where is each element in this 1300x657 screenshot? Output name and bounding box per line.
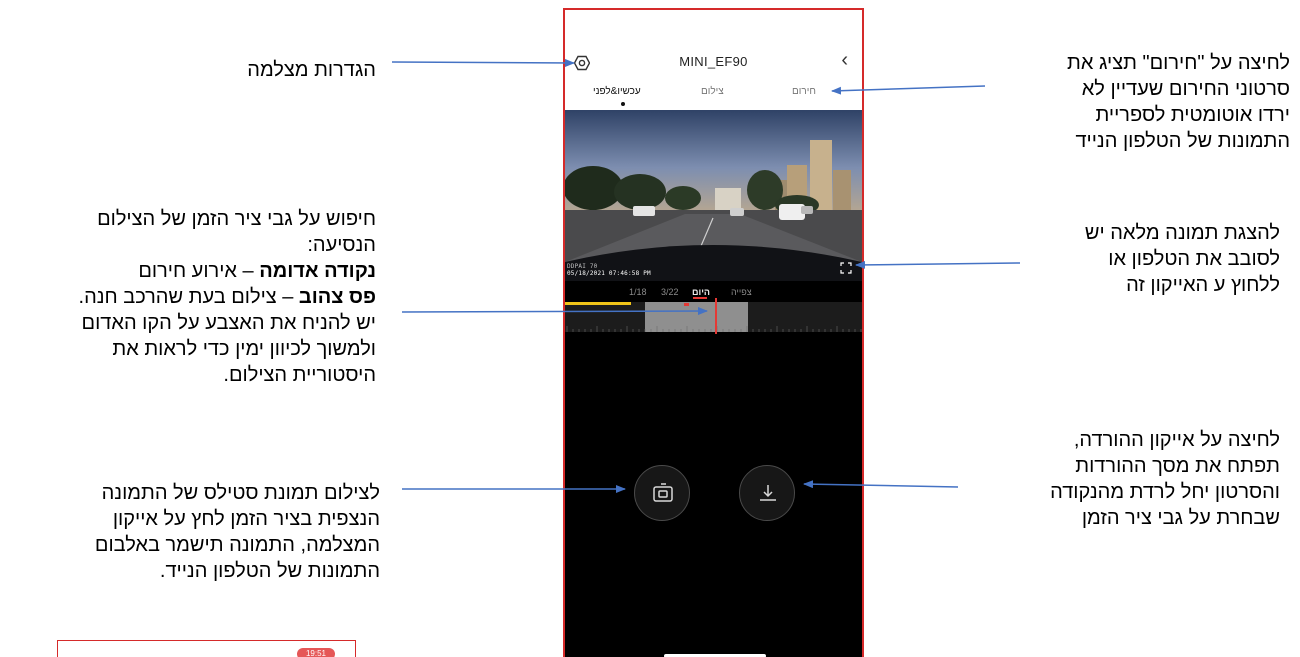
parked-recording-bar	[565, 302, 631, 305]
arrow-camera-settings	[391, 58, 575, 67]
camera-settings-annotation: הגדרות מצלמה	[247, 59, 376, 81]
arrow-fullscreen	[855, 260, 1021, 269]
timeline-label-today[interactable]: היום	[692, 287, 710, 297]
download-line: לחיצה על אייקון ההורדה,	[1073, 429, 1280, 451]
video-player[interactable]: DDPAI 70 05/18/2021 07:46:58 PM	[565, 110, 862, 281]
tab-bar: עכשיו&לפני צילום חירום	[565, 86, 862, 106]
snapshot-annotation: לצילום תמונת סטילס של התמונה הנצפית בציר…	[40, 480, 380, 584]
download-line: תפתח את מסך ההורדות	[1075, 455, 1280, 477]
timeline-label-date[interactable]: 3/22	[661, 287, 679, 297]
emergency-event-marker[interactable]	[684, 303, 689, 306]
yellow-bar-label: פס צהוב	[298, 286, 376, 308]
timeline-ticks	[566, 326, 862, 332]
timeline-label-date[interactable]: 1/18	[629, 287, 647, 297]
chevron-left-icon[interactable]: ‹	[841, 50, 848, 70]
emergency-line: סרטוני החירום שעדיין לא	[1081, 78, 1290, 100]
snapshot-line: לצילום תמונת סטילס של התמונה	[101, 482, 380, 504]
emergency-line: לחיצה על "חירום" תציג את	[1067, 52, 1290, 74]
snapshot-line: התמונות של הטלפון הנייד.	[159, 560, 380, 582]
red-dot-label: נקודה אדומה	[259, 260, 376, 282]
emergency-line: ירדו אוטומטית לספריית	[1095, 104, 1291, 126]
phone-screenshot: MINI_EF90 ‹ עכשיו&לפני צילום חירום DDPAI…	[563, 8, 864, 657]
next-screenshot-preview: 19:51	[57, 640, 356, 657]
fullscreen-annotation: להצגת תמונה מלאה יש לסובב את הטלפון או ל…	[1010, 220, 1280, 298]
recording-timestamp: DDPAI 70 05/18/2021 07:46:58 PM	[567, 263, 651, 277]
timeline-label-view[interactable]: צפייה	[731, 287, 752, 297]
emergency-line: התמונות של הטלפון הנייד	[1075, 130, 1290, 152]
timeline-cursor[interactable]	[715, 298, 717, 334]
timeline-intro-line: חיפוש על גבי ציר הזמן של הצילום	[97, 208, 376, 230]
snapshot-line: הנצפית בציר הזמן לחץ על אייקון	[112, 508, 380, 530]
download-annotation: לחיצה על אייקון ההורדה, תפתח את מסך ההור…	[980, 427, 1280, 531]
tab-emergency[interactable]: חירום	[792, 86, 816, 97]
camera-title: MINI_EF90	[679, 54, 748, 69]
timeline-annotation: חיפוש על גבי ציר הזמן של הצילום הנסיעה: …	[10, 206, 376, 388]
download-icon	[760, 485, 776, 501]
fullscreen-line: ללחוץ ע האייקון זה	[1126, 274, 1280, 296]
download-line: שבחרת על גבי ציר הזמן	[1081, 507, 1280, 529]
download-line: והסרטון יחל לרדת מהנקודה	[1050, 481, 1280, 503]
time-badge: 19:51	[297, 648, 335, 657]
app-body: 1/18 3/22 היום צפייה	[565, 281, 862, 657]
download-button[interactable]	[739, 465, 795, 521]
active-day-underline	[693, 297, 707, 299]
watermark-text: DDPAI 70	[567, 263, 598, 270]
timeline-outro-line: יש להניח את האצבע על הקו האדום	[81, 312, 376, 334]
red-dot-text: – אירוע חירום	[138, 260, 260, 282]
snapshot-button[interactable]	[634, 465, 690, 521]
fullscreen-line: להצגת תמונה מלאה יש	[1084, 222, 1280, 244]
timeline-track[interactable]	[565, 302, 862, 332]
active-tab-indicator	[621, 102, 625, 106]
timeline-outro-line: היסטוריית הצילום.	[223, 364, 376, 386]
tab-recording[interactable]: צילום	[701, 86, 724, 97]
yellow-bar-legend: פס צהוב – צילום בעת שהרכב חנה.	[10, 284, 376, 310]
yellow-bar-text: – צילום בעת שהרכב חנה.	[78, 286, 299, 308]
fullscreen-line: לסובב את הטלפון או	[1108, 248, 1280, 270]
camera-icon	[653, 483, 673, 502]
timeline-outro-line: ולמשוך לכיוון ימין כדי לראות את	[112, 338, 376, 360]
fullscreen-icon[interactable]	[840, 262, 852, 274]
timeline-intro-line: הנסיעה:	[307, 234, 376, 256]
red-dot-legend: נקודה אדומה – אירוע חירום	[10, 258, 376, 284]
snapshot-line: המצלמה, התמונה תישמר באלבום	[94, 534, 380, 556]
emergency-annotation: לחיצה על "חירום" תציג את סרטוני החירום ש…	[990, 50, 1290, 154]
timeline-day-labels: 1/18 3/22 היום צפייה	[565, 287, 862, 301]
dashcam-frame	[565, 110, 862, 281]
tab-now-before[interactable]: עכשיו&לפני	[593, 86, 641, 97]
timestamp-text: 05/18/2021 07:46:58 PM	[567, 270, 651, 277]
